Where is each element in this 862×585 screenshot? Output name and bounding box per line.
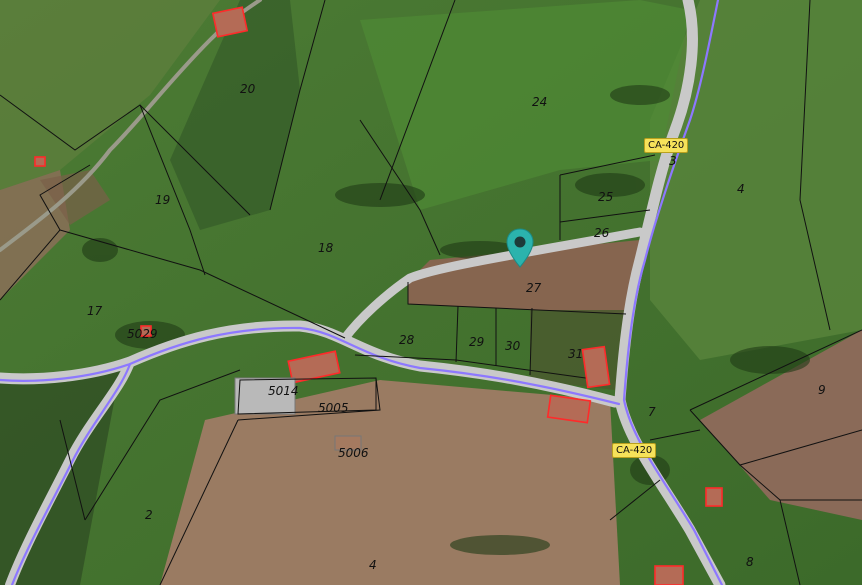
parcel-label: 7 bbox=[648, 405, 656, 419]
parcel-label: 5006 bbox=[338, 446, 369, 460]
parcel-label: 3 bbox=[669, 154, 677, 168]
cadastral-map[interactable]: 24 20 19 18 17 25 26 27 28 29 30 31 4 3 … bbox=[0, 0, 862, 585]
parcel-label: 2 bbox=[145, 508, 153, 522]
building bbox=[654, 565, 684, 585]
building bbox=[211, 6, 249, 38]
building bbox=[34, 156, 46, 167]
parcel-label: 31 bbox=[568, 347, 583, 361]
parcel-label: 20 bbox=[240, 82, 256, 96]
parcel-label: 24 bbox=[532, 95, 547, 109]
parcel-label: 30 bbox=[505, 339, 521, 353]
road-label-ca-420: CA-420 bbox=[644, 138, 689, 153]
map-pin-icon[interactable] bbox=[505, 228, 535, 268]
parcel-label: 4 bbox=[369, 558, 377, 572]
parcel-label: 4 bbox=[737, 182, 745, 196]
parcel-label: 19 bbox=[155, 193, 170, 207]
parcel-label: 9 bbox=[818, 383, 826, 397]
parcel-label: 17 bbox=[87, 304, 103, 318]
parcel-label: 5014 bbox=[268, 384, 299, 398]
parcel-label: 26 bbox=[594, 226, 610, 240]
building bbox=[705, 487, 723, 507]
parcel-label: 27 bbox=[526, 281, 542, 295]
parcel-label: 29 bbox=[469, 335, 484, 349]
parcel-label: 5029 bbox=[127, 327, 158, 341]
map-canvas: 24 20 19 18 17 25 26 27 28 29 30 31 4 3 … bbox=[0, 0, 862, 585]
field-east bbox=[650, 0, 862, 360]
parcel-label: 25 bbox=[598, 190, 613, 204]
parcel-label: 5005 bbox=[318, 401, 349, 415]
building bbox=[546, 394, 592, 424]
parcel-label: 8 bbox=[746, 555, 754, 569]
road-label-ca-420: CA-420 bbox=[612, 443, 657, 458]
parcel-label: 18 bbox=[318, 241, 334, 255]
building bbox=[581, 345, 611, 389]
parcel-label: 28 bbox=[399, 333, 415, 347]
